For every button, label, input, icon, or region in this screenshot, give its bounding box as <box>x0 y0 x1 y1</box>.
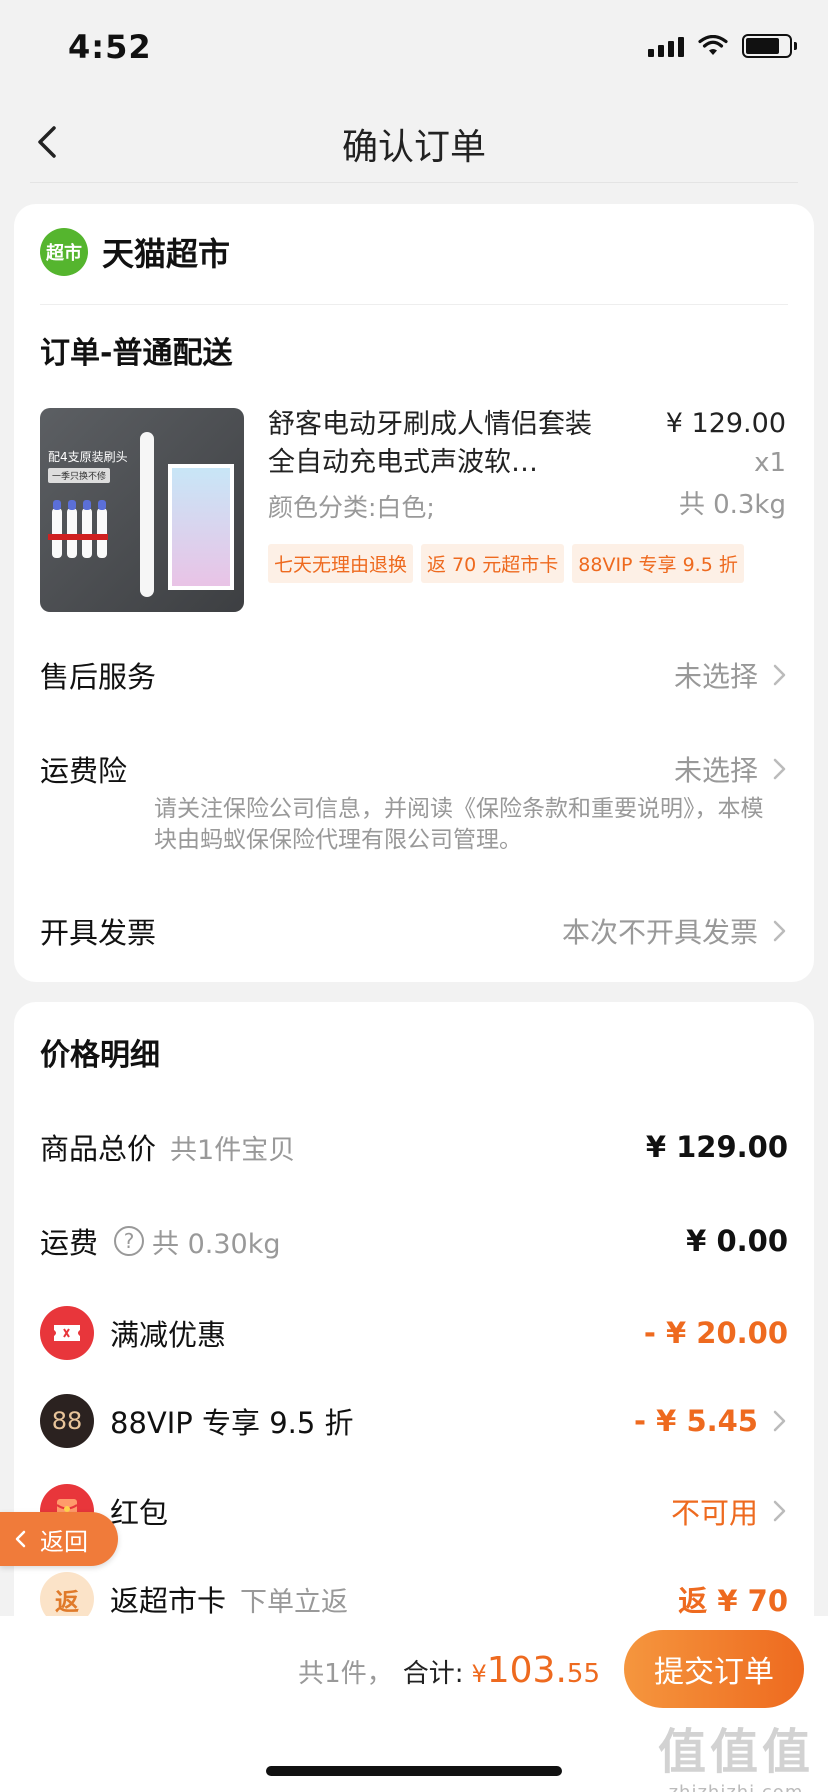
total-label: 合计: <box>402 1659 464 1689</box>
goods-total-sub: 共1件宝贝 <box>170 1134 296 1166</box>
nav-bar: 确认订单 <box>0 100 828 184</box>
tag-cashback: 返 70 元超市卡 <box>421 544 565 583</box>
signal-icon <box>648 35 684 57</box>
shipping-insurance-label: 运费险 <box>40 754 128 788</box>
watermark: 值值值 zhizhizhi.com <box>658 1712 814 1792</box>
submit-order-button[interactable]: 提交订单 <box>624 1630 804 1708</box>
status-bar: 4:52 <box>0 0 828 100</box>
battery-icon <box>742 34 797 58</box>
chevron-right-icon <box>773 1410 786 1432</box>
nav-divider <box>30 182 798 183</box>
discount-label: 满减优惠 <box>110 1318 227 1352</box>
product-weight: 共 0.3kg <box>678 490 786 520</box>
shipping-fee-row: 运费 ? 共 0.30kg ¥ 0.00 <box>40 1216 788 1266</box>
shipping-fee-label: 运费 <box>40 1226 99 1260</box>
invoice-value: 本次不开具发票 <box>561 916 758 949</box>
float-back-label: 返回 <box>40 1527 88 1556</box>
chevron-right-icon <box>773 920 786 942</box>
home-indicator[interactable] <box>266 1766 562 1776</box>
red-packet-row[interactable]: 红包 不可用 <box>40 1484 788 1538</box>
goods-total-value: ¥ 129.00 <box>645 1130 788 1164</box>
product-image[interactable]: 配4支原装刷头 一季只换不修 <box>40 408 244 612</box>
chevron-right-icon <box>773 1500 786 1522</box>
total-currency: ¥ <box>471 1660 487 1688</box>
vip-value: - ¥ 5.45 <box>634 1404 758 1438</box>
watermark-logo: 值值值 <box>657 1724 814 1780</box>
discount-value: - ¥ 20.00 <box>643 1316 788 1350</box>
order-total: 共1件， 合计: ¥ 103. 55 <box>298 1650 600 1691</box>
shop-name: 天猫超市 <box>102 235 231 273</box>
product-tags: 七天无理由退换 返 70 元超市卡 88VIP 专享 9.5 折 <box>268 544 744 583</box>
product-image-subcaption: 一季只换不修 <box>48 468 111 483</box>
order-heading: 订单-普通配送 <box>40 336 233 371</box>
price-detail-heading: 价格明细 <box>40 1038 160 1073</box>
red-packet-value: 不可用 <box>670 1496 758 1530</box>
after-sales-value: 未选择 <box>673 660 758 693</box>
after-sales-row[interactable]: 售后服务 未选择 <box>40 650 788 700</box>
item-count: 共1件， <box>298 1659 393 1689</box>
shipping-insurance-row[interactable]: 运费险 未选择 <box>40 744 788 794</box>
cashback-label: 返超市卡 <box>110 1584 227 1618</box>
vip-row[interactable]: 88 88VIP 专享 9.5 折 - ¥ 5.45 <box>40 1394 788 1448</box>
product-spec: 颜色分类:白色; <box>268 493 435 522</box>
shop-header[interactable]: 超市 天猫超市 <box>40 228 230 276</box>
tag-return: 七天无理由退换 <box>268 544 414 583</box>
status-icons <box>648 34 797 58</box>
invoice-label: 开具发票 <box>40 916 157 950</box>
goods-total-row: 商品总价 共1件宝贝 ¥ 129.00 <box>40 1122 788 1172</box>
shipping-fee-value: ¥ 0.00 <box>686 1224 788 1258</box>
shop-logo: 超市 <box>40 228 88 276</box>
total-decimal: 55 <box>566 1659 600 1689</box>
float-back-button[interactable]: 返回 <box>0 1512 118 1566</box>
discount-row: 满减优惠 - ¥ 20.00 <box>40 1306 788 1360</box>
chevron-left-icon <box>15 1530 26 1548</box>
insurance-note: 请关注保险公司信息，并阅读《保险条款和重要说明》，本模块由蚂蚁保保险代理有限公司… <box>154 796 764 853</box>
shipping-weight: 共 0.30kg <box>152 1228 281 1260</box>
cashback-value: 返 ¥ 70 <box>678 1584 788 1618</box>
total-integer: 103. <box>486 1650 567 1691</box>
tag-vip: 88VIP 专享 9.5 折 <box>572 544 744 583</box>
product-title[interactable]: 舒客电动牙刷成人情侣套装全自动充电式声波软… <box>268 406 618 482</box>
product-quantity: x1 <box>754 448 786 478</box>
shipping-insurance-value: 未选择 <box>673 754 758 787</box>
divider <box>40 304 788 305</box>
vip-label: 88VIP 专享 9.5 折 <box>110 1406 354 1440</box>
question-icon[interactable]: ? <box>114 1226 145 1256</box>
status-time: 4:52 <box>68 28 152 66</box>
watermark-url: zhizhizhi.com <box>658 1782 814 1792</box>
bottom-bar: 共1件， 合计: ¥ 103. 55 提交订单 值值值 zhizhizhi.co… <box>0 1616 828 1792</box>
page-title: 确认订单 <box>341 127 486 168</box>
cashback-sub: 下单立返 <box>240 1586 349 1618</box>
chevron-right-icon <box>773 664 786 686</box>
after-sales-label: 售后服务 <box>40 660 157 694</box>
product-image-caption: 配4支原装刷头 <box>48 450 128 464</box>
order-card: 超市 天猫超市 订单-普通配送 配4支原装刷头 一季只换不修 舒客电动牙刷成人情… <box>14 204 814 982</box>
invoice-row[interactable]: 开具发票 本次不开具发票 <box>40 906 788 956</box>
vip-88-icon: 88 <box>40 1394 94 1448</box>
ticket-icon <box>40 1306 94 1360</box>
wifi-icon <box>698 35 728 55</box>
chevron-right-icon <box>773 758 786 780</box>
red-packet-label: 红包 <box>110 1496 169 1530</box>
product-price: ¥ 129.00 <box>665 408 786 439</box>
goods-total-label: 商品总价 <box>40 1132 157 1166</box>
